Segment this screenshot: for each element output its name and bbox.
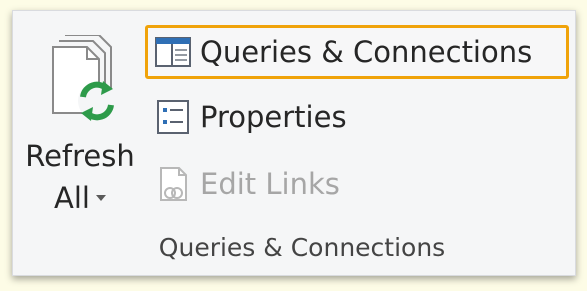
ribbon-group-queries-connections: Refresh All Queries & Connections Proper… [12,10,576,276]
group-label: Queries & Connections [158,233,446,262]
properties-label: Properties [200,100,347,134]
properties-icon [157,100,189,134]
edit-links-icon [160,167,187,201]
queries-connections-label: Queries & Connections [200,35,533,69]
edit-links-label: Edit Links [200,167,340,201]
dropdown-caret-icon[interactable] [95,195,106,201]
refresh-label: Refresh [25,139,135,173]
all-label: All [54,181,90,215]
refresh-all-label: All [21,177,139,219]
refresh-all-button[interactable]: Refresh All [21,31,139,231]
refresh-all-icon [52,35,116,121]
properties-button[interactable]: Properties [148,90,408,144]
edit-links-button[interactable]: Edit Links [148,157,408,211]
queries-connections-button[interactable]: Queries & Connections [145,25,569,79]
queries-connections-icon [155,37,191,67]
